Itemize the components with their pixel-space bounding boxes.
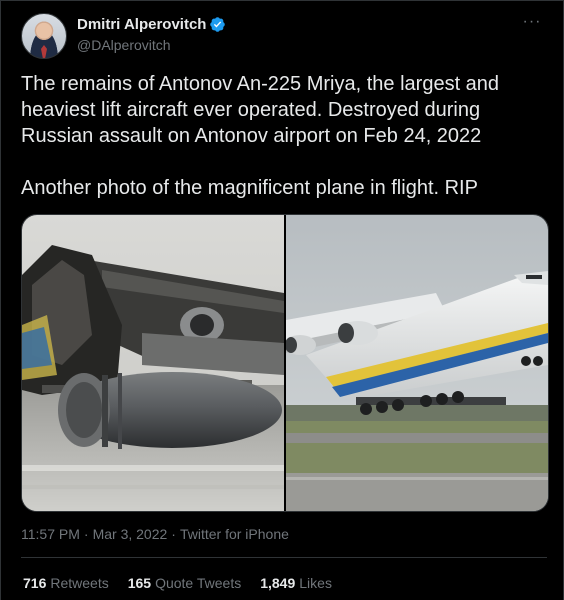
aircraft-in-flight-photo[interactable] — [286, 215, 548, 511]
retweets-count: 716 — [23, 575, 47, 591]
likes-count: 1,849 — [260, 575, 296, 591]
aircraft-in-flight-image — [286, 215, 548, 511]
tweet-time[interactable]: 11:57 PM — [21, 526, 80, 542]
likes-stat[interactable]: 1,849 Likes — [260, 575, 332, 591]
tweet-header: Dmitri Alperovitch @DAlperovitch ··· — [21, 13, 547, 61]
destroyed-aircraft-image — [22, 215, 284, 511]
tweet-meta: 11:57 PM · Mar 3, 2022 · Twitter for iPh… — [21, 526, 289, 542]
avatar-tie — [41, 45, 47, 58]
tweet-date[interactable]: Mar 3, 2022 — [93, 526, 168, 542]
divider — [21, 557, 547, 558]
author-handle[interactable]: @DAlperovitch — [77, 37, 171, 53]
tweet-text: The remains of Antonov An-225 Mriya, the… — [21, 71, 551, 201]
meta-separator: · — [171, 526, 176, 542]
quote-tweets-stat[interactable]: 165 Quote Tweets — [128, 575, 242, 591]
media-grid — [21, 214, 549, 512]
retweets-label: Retweets — [50, 575, 109, 591]
more-options-icon[interactable]: ··· — [521, 14, 543, 37]
tweet-card: Dmitri Alperovitch @DAlperovitch ··· The… — [0, 0, 564, 600]
tweet-stats: 716 Retweets 165 Quote Tweets 1,849 Like… — [23, 575, 332, 591]
quote-tweets-count: 165 — [127, 575, 152, 591]
tweet-paragraph: Another photo of the magnificent plane i… — [21, 177, 478, 199]
author-name-row[interactable]: Dmitri Alperovitch — [77, 16, 226, 33]
meta-separator: · — [83, 526, 89, 542]
tweet-source: Twitter for iPhone — [179, 526, 289, 542]
destroyed-aircraft-photo[interactable] — [22, 215, 284, 511]
tweet-paragraph: The remains of Antonov An-225 Mriya, the… — [21, 73, 500, 147]
author-avatar[interactable] — [21, 13, 67, 59]
author-name[interactable]: Dmitri Alperovitch — [77, 16, 206, 33]
quote-tweets-label: Quote Tweets — [155, 575, 242, 591]
retweets-stat[interactable]: 716 Retweets — [23, 575, 109, 591]
verified-badge-icon — [210, 17, 226, 32]
likes-label: Likes — [299, 575, 332, 591]
